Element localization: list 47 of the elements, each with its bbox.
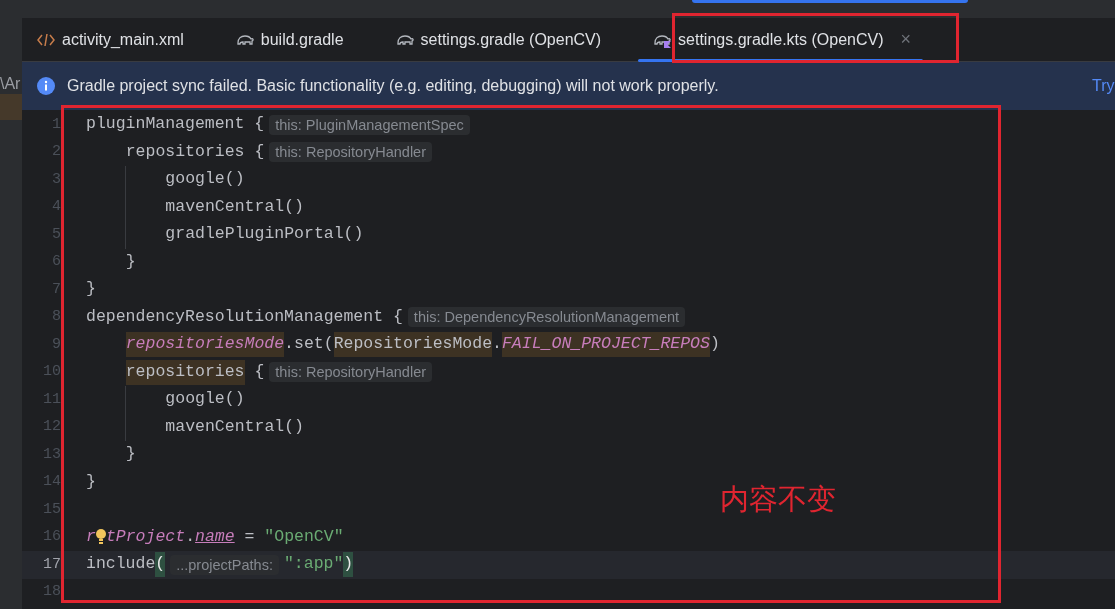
inlay-hint: this: PluginManagementSpec — [269, 114, 470, 135]
code-text: include — [86, 553, 156, 576]
path-fragment: \Ar — [0, 74, 22, 94]
code-text: } — [125, 443, 136, 466]
code-text: repositoriesMode — [125, 332, 285, 358]
try-link[interactable]: Try — [1092, 74, 1115, 98]
code-text: .set( — [284, 333, 334, 356]
code-text: google() — [165, 388, 245, 411]
code-text: } — [125, 250, 136, 273]
code-text: google() — [165, 168, 245, 191]
code-text: pluginManagement { — [86, 113, 265, 136]
code-text: name — [195, 525, 235, 548]
code-text: . — [185, 525, 196, 548]
inlay-hint: this: DependencyResolutionManagement — [407, 307, 686, 328]
code-text: r — [86, 525, 96, 548]
matched-paren: ) — [343, 552, 354, 578]
code-text: RepositoriesMode — [333, 332, 493, 358]
annotation-text: 内容不变 — [720, 481, 836, 518]
code-text: } — [86, 470, 96, 493]
editor-tab[interactable]: settings.gradle.kts (OpenCV) × — [638, 18, 923, 61]
banner-message: Gradle project sync failed. Basic functionality (e.g. editing, debugging) will not work properly. — [67, 76, 719, 96]
code-text: tProject — [105, 525, 186, 548]
code-text: } — [86, 278, 96, 301]
inlay-hint: this: RepositoryHandler — [269, 362, 433, 383]
inlay-hint: this: RepositoryHandler — [269, 142, 432, 163]
code-text: mavenCentral() — [165, 415, 304, 438]
code-text: repositories — [125, 359, 245, 385]
line-number: 17 — [42, 554, 62, 575]
info-icon — [37, 77, 55, 95]
string-literal: "OpenCV" — [264, 525, 344, 548]
code-text: repositories { — [125, 140, 265, 163]
editor-tab[interactable]: activity_main.xml — [22, 18, 221, 61]
code-icon — [37, 31, 55, 48]
code-text: . — [492, 333, 502, 356]
code-text: mavenCentral() — [165, 195, 304, 218]
code-text: FAIL_ON_PROJECT_REPOS — [501, 332, 710, 358]
editor-tab[interactable]: build.gradle — [220, 18, 381, 61]
code-text: ) — [709, 333, 720, 356]
selected-row[interactable] — [0, 94, 22, 120]
code-text: { — [253, 360, 265, 383]
code-text: gradlePluginPortal() — [165, 223, 364, 246]
code-text: = — [243, 525, 256, 548]
inlay-hint: ...projectPaths: — [170, 554, 279, 575]
matched-paren: ( — [155, 552, 166, 578]
code-text: dependencyResolutionManagement { — [86, 305, 403, 328]
editor-tab[interactable]: settings.gradle (OpenCV) — [380, 18, 639, 61]
string-literal: ":app" — [283, 553, 344, 576]
